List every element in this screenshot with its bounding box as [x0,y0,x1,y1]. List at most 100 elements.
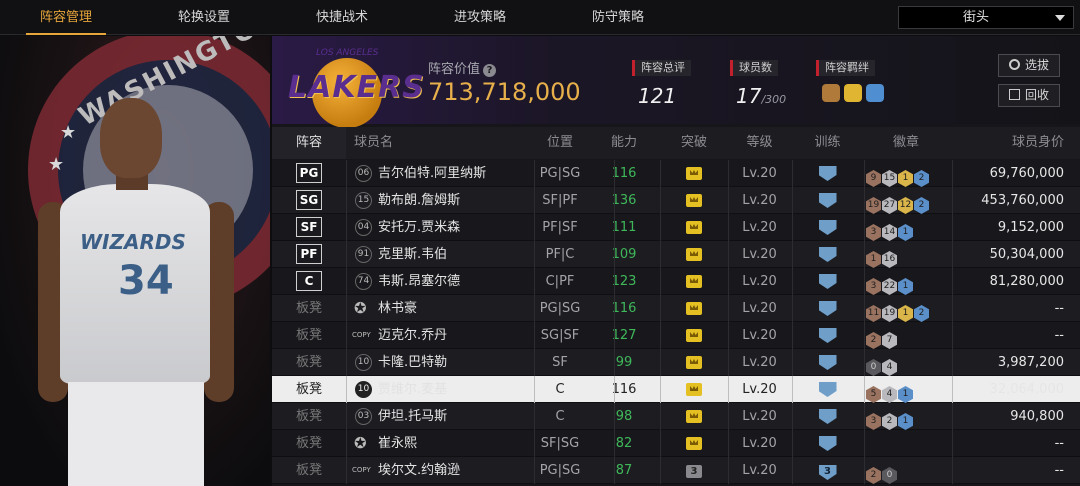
badge-list[interactable]: 11 19 1 2 [866,300,930,322]
badge-gold-icon: 1 [898,170,913,187]
crown-icon[interactable] [686,248,702,261]
training-shield-icon[interactable] [818,382,837,397]
table-row[interactable]: SF 04 安托万.贾米森 PF|SF 111 Lv.20 3 14 1 9,152,000 [272,214,1080,241]
table-row[interactable]: PG 06 吉尔伯特.阿里纳斯 PG|SG 116 Lv.20 9 15 1 2 69,760,00… [272,160,1080,187]
badge-list[interactable]: 541 [866,381,914,403]
training-shield-icon[interactable] [818,166,837,181]
tab-offense[interactable]: 进攻策略 [420,0,540,35]
player-name: 崔永熙 [378,436,418,451]
tab-quick-tactics[interactable]: 快捷战术 [282,0,402,35]
tab-lineup[interactable]: 阵容管理 [6,0,126,35]
lineup-value: 713,718,000 [428,78,581,106]
crown-icon[interactable] [686,167,702,180]
bond-icon[interactable] [822,84,840,102]
player-ability: 123 [611,274,637,289]
position-badge: PF [296,244,322,264]
training-shield-icon[interactable] [818,274,837,289]
lineup-slot: 板凳 [295,355,322,370]
crown-icon[interactable] [686,194,702,207]
star-player-icon: ✪ [354,434,367,452]
player-ability: 99 [615,355,633,370]
badge-blue-icon: 2 [914,305,929,322]
badge-list[interactable]: 19 27 12 2 [866,192,930,214]
training-shield-icon[interactable]: 3 [818,465,837,480]
crown-icon[interactable] [686,302,702,315]
roster-panel: LOS ANGELES LAKERS 阵容价值? 713,718,000 阵容总… [272,36,1080,486]
table-row[interactable]: 板凳 10 贾维尔.麦基 C 116 Lv.20 5 4 1 32,064,000 [272,376,1080,403]
table-row[interactable]: SG 15 勒布朗.詹姆斯 SF|PF 136 Lv.20 19 27 12 2 453,760,0… [272,187,1080,214]
badge-list[interactable]: 20 [866,462,898,484]
badge-silver-icon: 2 [882,413,897,430]
copy-player-icon: COPY [352,331,371,339]
tab-defense[interactable]: 防守策略 [558,0,678,35]
player-price: -- [1054,301,1064,316]
rating-stat: 阵容总评 121 [632,56,691,116]
col-name[interactable]: 球员名 [354,127,393,159]
bond-label: 阵容羁绊 [816,60,875,76]
count-stat: 球员数 17/300 [730,56,786,116]
badge-list[interactable]: 27 [866,327,898,349]
table-row[interactable]: 板凳 COPY 埃尔文.约翰逊 PG|SG 87 3 Lv.20 3 2 0 -- [272,457,1080,484]
player-image: WIZARDS 34 [38,98,238,486]
jersey-number: 15 [355,192,372,209]
badge-list[interactable]: 321 [866,408,914,430]
table-row[interactable]: 板凳 ✪ 林书豪 PG|SG 116 Lv.20 11 19 1 2 -- [272,295,1080,322]
training-shield-icon[interactable] [818,436,837,451]
badge-list[interactable]: 04 [866,354,898,376]
select-button[interactable]: 选拔 [998,54,1060,77]
jersey-number: 10 [355,354,372,371]
training-shield-icon[interactable] [818,301,837,316]
player-name: 贾维尔.麦基 [378,382,448,397]
badge-silver-icon: 14 [882,224,897,241]
table-row[interactable]: PF 91 克里斯.韦伯 PF|C 109 Lv.20 1 16 50,304,000 [272,241,1080,268]
table-row[interactable]: 板凳 03 伊坦.托马斯 C 98 Lv.20 3 2 1 940,800 [272,403,1080,430]
badge-list[interactable]: 3 22 1 [866,273,914,295]
badge-bronze-icon: 2 [866,332,881,349]
chevron-down-icon [1055,15,1065,21]
player-portrait-panel: WASHINGTON ★ ★ WIZARDS 34 [0,36,270,486]
training-shield-icon[interactable] [818,193,837,208]
breakthrough-level[interactable]: 3 [686,465,702,478]
badge-dark-icon: 0 [866,359,881,376]
training-shield-icon[interactable] [818,355,837,370]
crown-icon[interactable] [686,383,702,396]
table-row[interactable]: 板凳 COPY 迈克尔.乔丹 SG|SF 127 Lv.20 2 7 -- [272,322,1080,349]
crown-icon[interactable] [686,221,702,234]
badge-list[interactable]: 3 14 1 [866,219,914,241]
mode-dropdown[interactable]: 街头 [898,6,1074,29]
crown-icon[interactable] [686,356,702,369]
player-price: 50,304,000 [989,247,1064,262]
training-shield-icon[interactable] [818,220,837,235]
rating-label: 阵容总评 [632,60,691,76]
bond-icon[interactable] [866,84,884,102]
player-ability: 116 [611,382,637,397]
col-ability[interactable]: 能力 [588,127,660,159]
table-row[interactable]: C 74 韦斯.昂塞尔德 C|PF 123 Lv.20 3 22 1 81,280,000 [272,268,1080,295]
lineup-slot: SF [272,214,346,241]
col-price[interactable]: 球员身价 [1012,127,1064,159]
tab-rotation[interactable]: 轮换设置 [144,0,264,35]
crown-icon[interactable] [686,437,702,450]
crown-icon[interactable] [686,410,702,423]
jersey-number: 91 [355,246,372,263]
lineup-slot: C [272,268,346,295]
training-shield-icon[interactable] [818,409,837,424]
table-row[interactable]: 板凳 10 卡隆.巴特勒 SF 99 Lv.20 0 4 3,987,200 [272,349,1080,376]
badge-list[interactable]: 9 15 1 2 [866,165,930,187]
player-ability: 87 [615,463,633,478]
crown-icon[interactable] [686,329,702,342]
crown-icon[interactable] [686,275,702,288]
recycle-button[interactable]: 回收 [998,84,1060,107]
bond-icon[interactable] [844,84,862,102]
training-shield-icon[interactable] [818,247,837,262]
player-ability: 127 [611,328,637,343]
table-row[interactable]: 板凳 ✪ 崔永熙 SF|SG 82 Lv.20 -- [272,430,1080,457]
col-training[interactable]: 训练 [790,127,865,159]
training-shield-icon[interactable] [818,328,837,343]
col-badges[interactable]: 徽章 [866,127,946,159]
help-icon[interactable]: ? [483,64,497,77]
badge-bronze-icon: 3 [866,278,881,295]
col-lineup[interactable]: 阵容 [272,127,346,159]
badge-list[interactable]: 1 16 [866,246,898,268]
badge-blue-icon: 2 [914,170,929,187]
